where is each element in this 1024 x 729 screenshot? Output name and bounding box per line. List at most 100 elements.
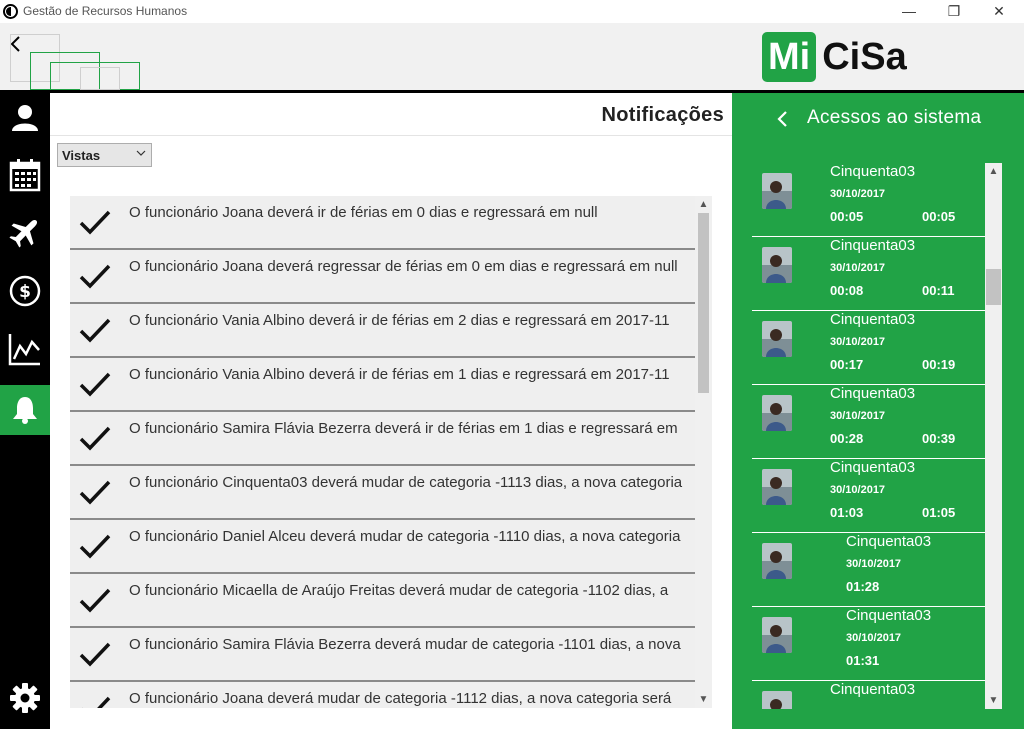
checkmark-icon (79, 588, 111, 613)
notification-item[interactable]: O funcionário Joana deverá mudar de cate… (70, 682, 695, 708)
access-logout-time: 00:39 (922, 431, 956, 446)
access-user-name: Cinquenta03 (830, 459, 916, 476)
checkmark-icon (79, 318, 111, 343)
main-content: Notificações Vistas O funcionário Joana … (50, 93, 732, 729)
access-entry[interactable]: Cinquenta03 30/10/2017 01:28 (752, 533, 985, 607)
notification-text: O funcionário Micaella de Araújo Freitas… (129, 582, 669, 599)
app-icon (3, 4, 18, 19)
access-date: 30/10/2017 (830, 484, 886, 496)
scroll-down-icon[interactable]: ▼ (695, 691, 712, 708)
access-date: 30/10/2017 (830, 336, 886, 348)
access-scrollbar[interactable]: ▲ ▼ (985, 163, 1002, 709)
access-user-name: Cinquenta03 (830, 385, 916, 402)
close-button[interactable]: ✕ (976, 0, 1022, 23)
filter-dropdown[interactable]: Vistas (57, 143, 152, 167)
restore-button[interactable]: ❐ (931, 0, 977, 23)
access-list[interactable]: Cinquenta03 30/10/2017 00:05 00:05 Cinquenta… (752, 163, 1002, 709)
access-user-name: Cinquenta03 (830, 681, 916, 698)
access-logout-time: 00:11 (922, 283, 955, 298)
airplane-icon (9, 219, 38, 248)
notification-item[interactable]: O funcionário Samira Flávia Bezerra deve… (70, 628, 695, 682)
notification-text: O funcionário Joana deverá regressar de … (129, 258, 678, 275)
notification-item[interactable]: O funcionário Vania Albino deverá ir de … (70, 304, 695, 358)
access-entry[interactable]: Cinquenta03 30/10/2017 00:05 00:05 (752, 163, 985, 237)
scroll-up-icon[interactable]: ▲ (695, 196, 712, 213)
logo: Mi CiSa (762, 30, 907, 84)
logo-text: CiSa (822, 35, 907, 78)
access-logout-time: 00:05 (922, 209, 956, 224)
notification-item[interactable]: O funcionário Vania Albino deverá ir de … (70, 358, 695, 412)
access-login-time: 01:31 (846, 653, 880, 668)
scroll-up-icon[interactable]: ▲ (985, 163, 1002, 180)
access-user-name: Cinquenta03 (830, 163, 916, 180)
access-user-name: Cinquenta03 (846, 607, 932, 624)
gear-icon (10, 683, 40, 713)
scroll-down-icon[interactable]: ▼ (985, 692, 1002, 709)
access-entry[interactable]: Cinquenta03 30/10/2017 00:08 00:11 (752, 237, 985, 311)
sidebar-item-calendar[interactable] (0, 150, 50, 200)
window-title: Gestão de Recursos Humanos (23, 4, 188, 18)
decorative-frame (80, 67, 120, 90)
user-icon (12, 105, 38, 131)
checkmark-icon (79, 534, 111, 559)
avatar (762, 691, 792, 709)
notification-text: O funcionário Samira Flávia Bezerra deve… (129, 420, 678, 437)
checkmark-icon (79, 480, 111, 505)
checkmark-icon (79, 642, 111, 667)
sidebar-item-notifications[interactable] (0, 385, 50, 435)
sidebar-item-salaries[interactable]: $ (0, 266, 50, 316)
access-entry[interactable]: Cinquenta03 30/10/2017 00:28 00:39 (752, 385, 985, 459)
sidebar-item-vacations[interactable] (0, 207, 50, 257)
notification-item[interactable]: O funcionário Samira Flávia Bezerra deve… (70, 412, 695, 466)
avatar (762, 395, 792, 431)
notification-text: O funcionário Daniel Alceu deverá mudar … (129, 528, 681, 545)
notification-text: O funcionário Vania Albino deverá ir de … (129, 312, 670, 329)
sidebar-item-settings[interactable] (0, 673, 50, 723)
notification-text: O funcionário Joana deverá ir de férias … (129, 204, 598, 221)
checkmark-icon (82, 696, 111, 708)
minimize-button[interactable]: — (886, 0, 932, 23)
notification-item[interactable]: O funcionário Cinquenta03 deverá mudar d… (70, 466, 695, 520)
access-login-time: 00:08 (830, 283, 864, 298)
access-entry[interactable]: Cinquenta03 30/10/2017 01:03 01:05 (752, 459, 985, 533)
checkmark-icon (79, 264, 111, 289)
notification-item[interactable]: O funcionário Joana deverá ir de férias … (70, 196, 695, 250)
access-entry[interactable]: Cinquenta03 30/10/2017 01:31 (752, 607, 985, 681)
notification-scrollbar[interactable]: ▲ ▼ (695, 196, 712, 708)
access-logout-time: 01:05 (922, 505, 956, 520)
access-date: 30/10/2017 (830, 410, 886, 422)
dollar-icon: $ (9, 275, 41, 307)
avatar (762, 469, 792, 505)
avatar (762, 173, 792, 209)
divider (50, 135, 732, 136)
access-entry[interactable]: Cinquenta03 (752, 681, 985, 709)
sidebar-item-employees[interactable] (0, 93, 50, 143)
access-date: 30/10/2017 (830, 262, 886, 274)
chevron-down-icon (136, 150, 146, 156)
notification-item[interactable]: O funcionário Micaella de Araújo Freitas… (70, 574, 695, 628)
scroll-thumb[interactable] (698, 213, 709, 393)
checkmark-icon (79, 372, 111, 397)
app-window: Gestão de Recursos Humanos — ❐ ✕ Mi CiSa (0, 0, 1024, 729)
scroll-thumb[interactable] (986, 269, 1001, 305)
access-date: 30/10/2017 (846, 558, 902, 570)
svg-text:$: $ (19, 282, 31, 302)
avatar (762, 543, 792, 579)
sidebar-item-reports[interactable] (0, 324, 50, 374)
notification-item[interactable]: O funcionário Daniel Alceu deverá mudar … (70, 520, 695, 574)
access-user-name: Cinquenta03 (830, 311, 916, 328)
chevron-left-icon[interactable] (776, 109, 790, 129)
notification-item[interactable]: O funcionário Joana deverá regressar de … (70, 250, 695, 304)
chart-icon (8, 334, 40, 366)
notification-text: O funcionário Joana deverá mudar de cate… (129, 690, 672, 707)
access-entry[interactable]: Cinquenta03 30/10/2017 00:17 00:19 (752, 311, 985, 385)
access-user-name: Cinquenta03 (846, 533, 932, 550)
access-date: 30/10/2017 (846, 632, 902, 644)
notification-list[interactable]: O funcionário Joana deverá ir de férias … (70, 196, 712, 708)
bell-icon (13, 397, 37, 424)
avatar (762, 321, 792, 357)
calendar-icon (9, 159, 41, 192)
access-logout-time: 00:19 (922, 357, 956, 372)
panel-title: Acessos ao sistema (807, 107, 982, 128)
notification-text: O funcionário Samira Flávia Bezerra deve… (129, 636, 681, 653)
